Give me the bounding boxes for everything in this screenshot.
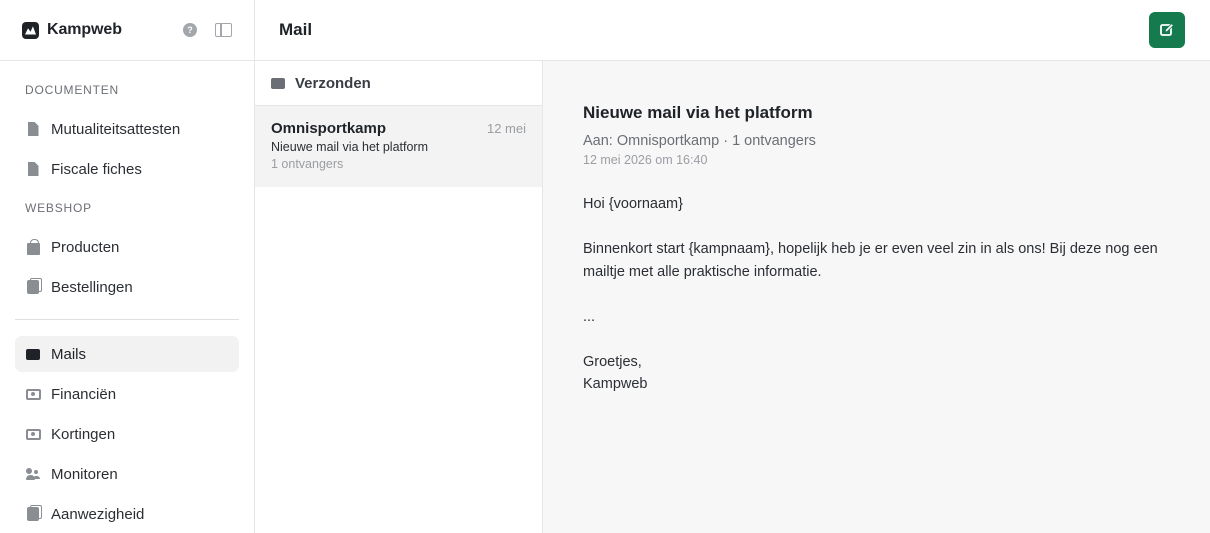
mail-body-line: Groetjes,	[583, 353, 642, 370]
kampweb-logo-icon	[22, 21, 39, 39]
mail-body-line: Hoi {voornaam}	[583, 196, 683, 212]
mail-body-line: Binnenkort start {kampnaam}, hopelijk he…	[583, 241, 1158, 280]
mail-body-line	[583, 328, 1170, 351]
sidebar-item-mutualiteitsattesten[interactable]: Mutualiteitsattesten	[15, 111, 239, 147]
mail-subject: Nieuwe mail via het platform	[271, 140, 429, 154]
sidebar-nav: DOCUMENTEN Mutualiteitsattesten Fiscale …	[0, 61, 254, 532]
section-label-documenten: DOCUMENTEN	[25, 83, 119, 97]
sidebar-item-label: Producten	[51, 238, 120, 256]
sidebar-item-kortingen[interactable]: Kortingen	[15, 416, 239, 452]
brand-row: Kampweb ?	[0, 0, 254, 61]
orders-icon	[25, 278, 42, 294]
toggle-sidebar-icon[interactable]	[215, 23, 232, 37]
mail-date: 12 mei	[486, 121, 526, 136]
sidebar-item-label: Bestellingen	[51, 278, 133, 296]
sidebar-item-bestellingen[interactable]: Bestellingen	[15, 269, 239, 305]
sidebar-item-mails[interactable]: Mails	[15, 336, 239, 372]
shopping-bag-icon	[25, 238, 41, 255]
page-header: Mail	[255, 0, 1210, 61]
sidebar-item-fiscale-fiches[interactable]: Fiscale fiches	[15, 151, 239, 187]
sidebar-item-label: Financiën	[51, 385, 117, 403]
sidebar-item-label: Fiscale fiches	[51, 160, 142, 178]
mail-recipients: 1 ontvangers	[271, 157, 344, 171]
mail-icon	[271, 77, 285, 89]
document-icon	[25, 122, 41, 136]
orders-icon	[25, 505, 42, 521]
sidebar-item-producten[interactable]: Producten	[15, 229, 239, 265]
document-icon	[25, 162, 41, 176]
sidebar: Kampweb ? DOCUMENTEN Mutualiteitsatteste…	[0, 0, 255, 533]
mail-body-line	[583, 216, 1170, 239]
mail-body: Hoi {voornaam} Binnenkort start {kampnaa…	[583, 193, 1170, 396]
money-icon	[25, 388, 41, 400]
mail-subject-heading: Nieuwe mail via het platform	[583, 103, 813, 122]
mail-recipients-line: Aan: Omnisportkamp · 1 ontvangers	[583, 133, 816, 149]
folder-name: Verzonden	[295, 74, 371, 92]
sidebar-item-label: Aanwezigheid	[51, 505, 145, 523]
mail-body-line: ...	[583, 308, 596, 325]
brand-actions: ?	[183, 23, 232, 37]
page-title: Mail	[279, 20, 313, 39]
people-icon	[25, 468, 41, 480]
sidebar-item-label: Kortingen	[51, 425, 116, 443]
sidebar-item-monitoren[interactable]: Monitoren	[15, 456, 239, 492]
mail-reader: Nieuwe mail via het platform Aan: Omnisp…	[543, 61, 1210, 533]
sidebar-item-financien[interactable]: Financiën	[15, 376, 239, 412]
sidebar-item-aanwezigheid[interactable]: Aanwezigheid	[15, 496, 239, 532]
sidebar-item-label: Monitoren	[51, 465, 118, 483]
help-icon[interactable]: ?	[183, 23, 197, 37]
mail-datetime: 12 mei 2026 om 16:40	[583, 153, 708, 167]
sidebar-item-label: Mails	[51, 345, 87, 363]
mail-body-line	[583, 283, 1170, 306]
mail-list: Verzonden Omnisportkamp 12 mei Nieuwe ma…	[255, 61, 543, 533]
folder-header[interactable]: Verzonden	[255, 61, 542, 106]
section-label-webshop: WEBSHOP	[25, 201, 92, 215]
edit-icon	[1160, 23, 1174, 36]
mail-icon	[25, 348, 41, 360]
sidebar-item-label: Mutualiteitsattesten	[51, 120, 181, 138]
money-icon	[25, 428, 41, 440]
sidebar-divider	[15, 319, 239, 320]
app-name: Kampweb	[47, 21, 122, 38]
mail-body-line: Kampweb	[583, 376, 648, 392]
compose-mail-button[interactable]	[1149, 12, 1185, 48]
list-item[interactable]: Omnisportkamp 12 mei Nieuwe mail via het…	[255, 106, 542, 187]
